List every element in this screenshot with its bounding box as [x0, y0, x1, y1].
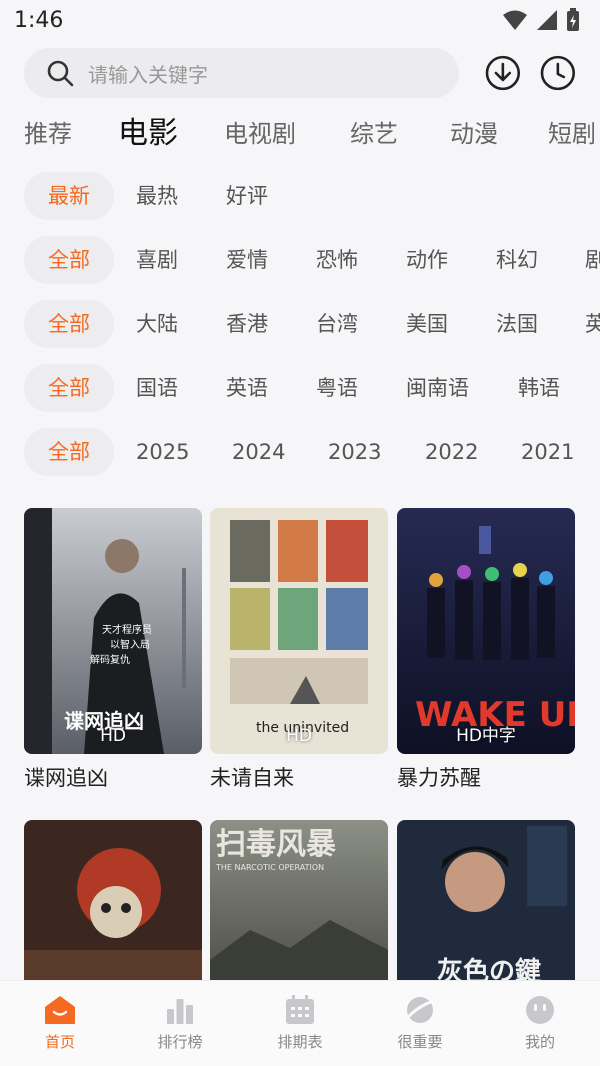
category-tabs: 推荐 电影 电视剧 综艺 动漫 短剧 [0, 112, 600, 158]
svg-text:THE NARCOTIC OPERATION: THE NARCOTIC OPERATION [215, 863, 324, 872]
filter-row-language: 全部 国语 英语 粤语 闽南语 韩语 [24, 364, 600, 412]
filter-language-minnan[interactable]: 闽南语 [406, 364, 469, 412]
download-icon[interactable] [485, 55, 521, 91]
nav-home-label: 首页 [44, 1033, 75, 1051]
filter-year-2022[interactable]: 2022 [425, 428, 478, 476]
nav-home[interactable]: 首页 [0, 995, 120, 1052]
svg-text:解码复仇: 解码复仇 [90, 653, 130, 666]
movie-poster[interactable]: 扫毒风暴 THE NARCOTIC OPERATION [210, 820, 388, 986]
tab-movie[interactable]: 电影 [118, 112, 178, 156]
movie-card[interactable]: WAKE UP HD中字 暴力苏醒 [397, 508, 575, 792]
movie-poster[interactable]: 天才程序员 以智入局 解码复仇 谍网追凶 HD [24, 508, 202, 754]
nav-profile[interactable]: 我的 [480, 995, 600, 1052]
filter-region-france[interactable]: 法国 [496, 300, 538, 348]
nav-ranking[interactable]: 排行榜 [120, 995, 240, 1052]
filter-region-hongkong[interactable]: 香港 [226, 300, 268, 348]
search-row: 请输入关键字 [24, 46, 576, 100]
search-input[interactable]: 请输入关键字 [24, 48, 459, 98]
movie-card[interactable] [24, 820, 202, 986]
movie-title: 谍网追凶 [24, 766, 108, 790]
filter-row-sort: 最新 最热 好评 [24, 172, 600, 220]
filter-region-usa[interactable]: 美国 [406, 300, 448, 348]
filter-language-all[interactable]: 全部 [24, 364, 114, 412]
filter-language-mandarin[interactable]: 国语 [136, 364, 178, 412]
tab-tv-series[interactable]: 电视剧 [224, 112, 296, 156]
svg-text:扫毒风暴: 扫毒风暴 [216, 827, 337, 862]
quality-badge: HD [100, 726, 126, 746]
tab-recommend[interactable]: 推荐 [24, 112, 72, 156]
filter-year-2025[interactable]: 2025 [136, 428, 189, 476]
filter-genre-all[interactable]: 全部 [24, 236, 114, 284]
planet-icon [406, 997, 435, 1023]
filter-sort-latest[interactable]: 最新 [24, 172, 114, 220]
filter-genre-scifi[interactable]: 科幻 [496, 236, 538, 284]
search-placeholder: 请输入关键字 [88, 62, 208, 87]
nav-important-label: 很重要 [397, 1033, 443, 1051]
signal-icon [537, 10, 557, 30]
movie-poster[interactable]: the uninvited HD [210, 508, 388, 754]
filter-row-genre: 全部 喜剧 爱情 恐怖 动作 科幻 剧 [24, 236, 600, 284]
status-icons [502, 8, 580, 32]
filter-genre-horror[interactable]: 恐怖 [316, 236, 358, 284]
bottom-nav: 首页 排行榜 排期表 很重要 我的 [0, 980, 600, 1066]
tab-anime[interactable]: 动漫 [450, 112, 498, 156]
face-icon [526, 996, 554, 1024]
filter-region-uk[interactable]: 英 [585, 300, 600, 348]
filter-sort-hottest[interactable]: 最热 [136, 172, 178, 220]
filter-region-taiwan[interactable]: 台湾 [316, 300, 358, 348]
filter-year-2021[interactable]: 2021 [521, 428, 574, 476]
movie-title: 未请自来 [210, 766, 294, 790]
movie-title: 暴力苏醒 [397, 766, 481, 790]
filter-year-all[interactable]: 全部 [24, 428, 114, 476]
filter-genre-drama[interactable]: 剧 [585, 236, 600, 284]
filter-language-cantonese[interactable]: 粤语 [316, 364, 358, 412]
movie-poster[interactable] [24, 820, 202, 986]
filter-row-year: 全部 2025 2024 2023 2022 2021 [24, 428, 600, 476]
status-time: 1:46 [14, 7, 64, 33]
svg-text:以智入局: 以智入局 [110, 638, 150, 651]
filter-genre-action[interactable]: 动作 [406, 236, 448, 284]
quality-badge: HD [286, 726, 312, 746]
filter-year-2023[interactable]: 2023 [328, 428, 381, 476]
filter-genre-romance[interactable]: 爱情 [226, 236, 268, 284]
filter-year-2024[interactable]: 2024 [232, 428, 285, 476]
nav-important[interactable]: 很重要 [360, 995, 480, 1052]
calendar-icon [286, 995, 314, 1024]
movie-card[interactable]: 灰色の鍵 [397, 820, 575, 986]
nav-profile-label: 我的 [524, 1033, 555, 1051]
history-icon[interactable] [540, 55, 576, 91]
filter-sort-top-rated[interactable]: 好评 [226, 172, 268, 220]
filter-language-english[interactable]: 英语 [226, 364, 268, 412]
nav-schedule-label: 排期表 [277, 1033, 323, 1051]
battery-icon [567, 8, 579, 31]
movie-poster[interactable]: 灰色の鍵 [397, 820, 575, 986]
movie-card[interactable]: 扫毒风暴 THE NARCOTIC OPERATION [210, 820, 388, 986]
filter-region-all[interactable]: 全部 [24, 300, 114, 348]
filter-genre-comedy[interactable]: 喜剧 [136, 236, 178, 284]
search-icon [47, 60, 74, 87]
svg-text:天才程序员: 天才程序员 [102, 623, 152, 636]
filter-language-korean[interactable]: 韩语 [518, 364, 560, 412]
chart-icon [167, 999, 193, 1024]
status-bar: 1:46 [0, 0, 600, 40]
quality-badge: HD中字 [456, 726, 516, 746]
wifi-icon [503, 10, 527, 30]
nav-ranking-label: 排行榜 [157, 1033, 203, 1051]
movie-card[interactable]: the uninvited HD 未请自来 [210, 508, 388, 792]
nav-schedule[interactable]: 排期表 [240, 995, 360, 1052]
movie-poster[interactable]: WAKE UP HD中字 [397, 508, 575, 754]
movie-card[interactable]: 天才程序员 以智入局 解码复仇 谍网追凶 HD 谍网追凶 [24, 508, 202, 792]
filter-region-mainland[interactable]: 大陆 [136, 300, 178, 348]
home-icon [45, 996, 75, 1024]
tab-variety[interactable]: 综艺 [350, 112, 398, 156]
filter-row-region: 全部 大陆 香港 台湾 美国 法国 英 [24, 300, 600, 348]
tab-short-drama[interactable]: 短剧 [548, 112, 596, 156]
